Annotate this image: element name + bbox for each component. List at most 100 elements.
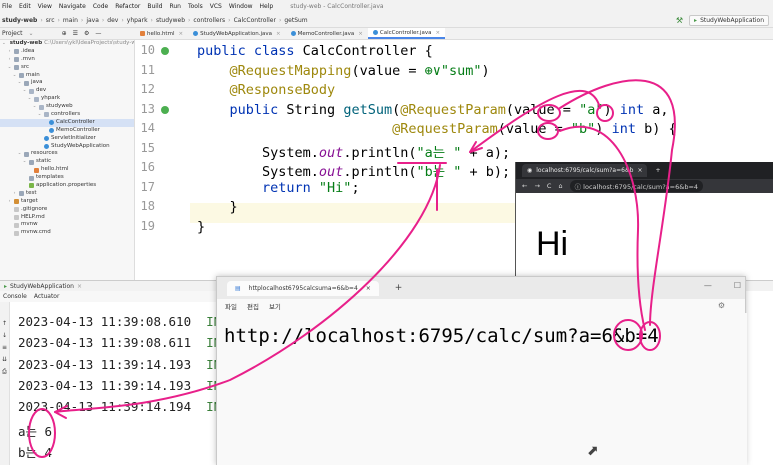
wrap-icon[interactable]: ≡ [2,344,7,351]
breadcrumb-item[interactable]: java [86,17,99,24]
breadcrumb-item[interactable]: CalcController [234,17,276,24]
tree-item[interactable]: StudyWebApplication [0,143,134,151]
close-icon[interactable]: × [276,31,281,37]
chevron-down-icon[interactable]: ⌄ [7,64,12,72]
tab-actuator[interactable]: Actuator [34,293,60,300]
project-view-select[interactable]: Project [2,30,23,37]
minimize-icon[interactable]: — [704,281,712,290]
back-icon[interactable]: ← [522,182,527,190]
menu-edit[interactable]: 편집 [247,301,259,311]
chevron-right-icon[interactable]: › [12,190,17,198]
scroll-end-icon[interactable]: ⇊ [2,356,7,363]
menu-view[interactable]: 보기 [269,301,281,311]
new-tab-icon[interactable]: + [655,167,660,174]
menu-item-help[interactable]: Help [260,3,274,10]
chevron-down-icon[interactable]: ⌄ [22,158,27,166]
tree-item[interactable]: ⌄ controllers [0,111,134,119]
notepad-text-area[interactable]: http://localhost:6795/calc/sum?a=6&b=4 ⬈ [217,313,747,465]
tree-item[interactable]: ⌄ studyweb [0,103,134,111]
tree-item[interactable]: ⌄ main [0,72,134,80]
print-icon[interactable]: ⎙ [2,368,7,376]
breadcrumb-item[interactable]: study-web [2,17,37,24]
chevron-down-icon[interactable]: ⌄ [17,150,22,158]
menu-item-run[interactable]: Run [169,3,181,10]
tree-item[interactable]: › .mvn [0,56,134,64]
close-icon[interactable]: × [178,31,183,37]
chevron-right-icon[interactable]: › [7,48,12,56]
close-icon[interactable]: × [358,31,363,37]
collapse-icon[interactable]: ☰ [73,30,78,37]
tree-item[interactable]: mvnw [0,221,134,229]
tab-studywebapplication-java[interactable]: StudyWebApplication.java × [188,28,285,39]
tree-item[interactable]: ⌄ yhpark [0,95,134,103]
locate-icon[interactable]: ⊕ [62,30,67,37]
menu-item-window[interactable]: Window [229,3,253,10]
bean-icon[interactable] [161,105,169,114]
menu-item-navigate[interactable]: Navigate [59,3,86,10]
tree-item[interactable]: mvnw.cmd [0,229,134,237]
home-icon[interactable]: ⌂ [558,182,562,190]
tree-item[interactable]: templates [0,174,134,182]
close-icon[interactable]: × [366,285,371,292]
tree-item[interactable]: application.properties [0,182,134,190]
tree-item[interactable]: ⌄ java [0,79,134,87]
tab-memocontroller-java[interactable]: MemoController.java × [286,28,368,39]
address-bar[interactable]: ⓘ localhost:6795/calc/sum?a=6&b=4 [569,180,704,192]
options-icon[interactable]: ⚙ [84,30,89,37]
gear-icon[interactable]: ⚙ [718,301,725,310]
tree-item[interactable]: ⌄ study-web C:\Users\ykl\IdeaProjects\stud… [0,40,134,48]
breadcrumb-item[interactable]: yhpark [127,17,148,24]
chevron-down-icon[interactable]: ⌄ [17,79,22,87]
chevron-down-icon[interactable]: ⌄ [27,95,32,103]
tree-item[interactable]: hello.html [0,166,134,174]
chevron-right-icon[interactable]: › [7,56,12,64]
menu-item-code[interactable]: Code [93,3,108,10]
tree-item[interactable]: HELP.md [0,214,134,222]
up-arrow-icon[interactable]: ↑ [2,320,7,327]
chevron-down-icon[interactable]: ⌄ [22,87,27,95]
reload-icon[interactable]: C [547,182,552,190]
breadcrumb-item[interactable]: main [63,17,78,24]
breadcrumb-item[interactable]: dev [107,17,118,24]
tab-hello-html[interactable]: hello.html × [135,28,188,39]
hammer-icon[interactable]: ⚒ [676,16,683,25]
tab-calccontroller-java[interactable]: CalcController.java × [367,28,446,39]
tree-item[interactable]: .gitignore [0,206,134,214]
chevron-right-icon[interactable]: › [7,198,12,206]
browser-tab[interactable]: ◉ localhost:6795/calc/sum?a=6&b × [522,164,648,177]
tree-item[interactable]: ⌄ src [0,64,134,72]
tab-console[interactable]: Console [3,293,27,300]
maximize-icon[interactable]: ☐ [734,281,741,290]
tree-item[interactable]: ⌄ static [0,158,134,166]
tree-item[interactable]: MemoController [0,127,134,135]
chevron-down-icon[interactable]: ⌄ [37,111,42,119]
menu-file[interactable]: 파일 [225,301,237,311]
menu-item-build[interactable]: Build [147,3,162,10]
breadcrumb-item[interactable]: studyweb [156,17,185,24]
run-config-tab[interactable]: StudyWebApplication [10,283,74,290]
chevron-down-icon[interactable]: ⌄ [2,40,6,48]
breadcrumb-item[interactable]: controllers [193,17,225,24]
tree-item[interactable]: CalcController [0,118,134,127]
menu-item-file[interactable]: File [2,3,12,10]
menu-item-edit[interactable]: Edit [19,3,31,10]
notepad-tab[interactable]: ▤ httplocalhost6795calcsuma=6&b=4 × [227,280,379,296]
bean-icon[interactable] [161,47,169,55]
down-arrow-icon[interactable]: ↓ [2,332,7,339]
close-icon[interactable]: × [637,167,642,174]
menu-item-vcs[interactable]: VCS [210,3,222,10]
tree-item[interactable]: › .idea [0,48,134,56]
chevron-down-icon[interactable]: ⌄ [32,103,37,111]
tree-item[interactable]: › target [0,198,134,206]
breadcrumb-item[interactable]: getSum [284,17,307,24]
close-icon[interactable]: × [77,283,82,290]
minimize-icon[interactable]: — [95,30,101,37]
tree-item[interactable]: ⌄ dev [0,87,134,95]
tree-item[interactable]: ServletInitializer [0,135,134,143]
tree-item[interactable]: ⌄ resources [0,150,134,158]
tree-item[interactable]: › test [0,190,134,198]
chevron-down-icon[interactable]: ⌄ [12,72,17,80]
breadcrumb-item[interactable]: src [46,17,55,24]
menu-item-tools[interactable]: Tools [188,3,203,10]
close-icon[interactable]: × [435,30,440,36]
